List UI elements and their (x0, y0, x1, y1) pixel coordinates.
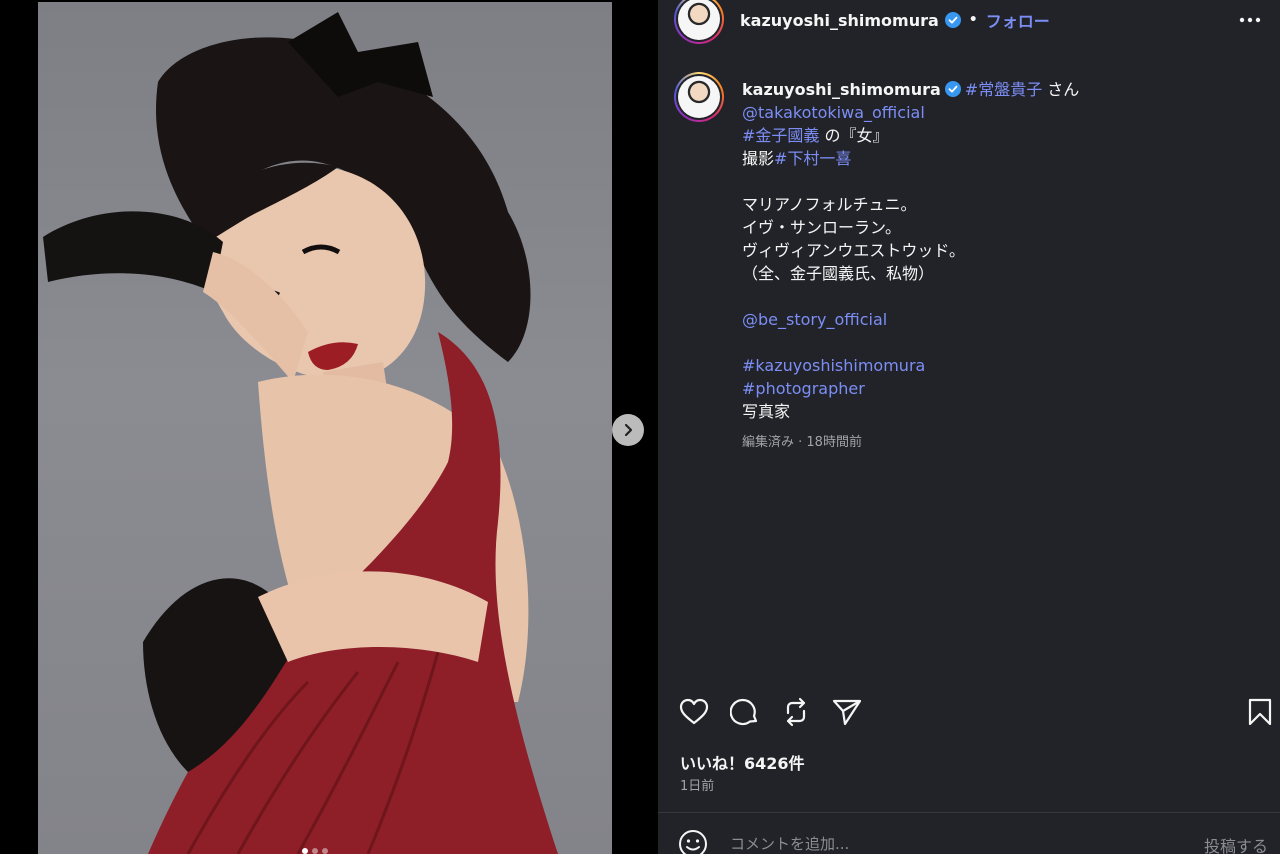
repost-icon (786, 697, 806, 727)
portrait-illustration (43, 12, 558, 854)
caption-fragment: さん (1047, 80, 1080, 99)
post-comment-button[interactable]: 投稿する (1204, 833, 1268, 854)
avatar-image (678, 0, 720, 40)
hashtag-link[interactable]: #金子國義 (742, 126, 819, 145)
comment-composer: 投稿する (658, 813, 1280, 854)
emoji-button[interactable] (678, 829, 708, 854)
carousel-dot (322, 848, 328, 854)
hashtag-link[interactable]: #kazuyoshishimomura (742, 356, 925, 375)
verified-badge-icon (944, 81, 961, 97)
likes-count[interactable]: いいね！6426件 (680, 750, 805, 774)
mention-link[interactable]: @takakotokiwa_official (742, 103, 925, 122)
hashtag-link[interactable]: #下村一喜 (774, 149, 851, 168)
hashtag-link[interactable]: #常盤貴子 (965, 80, 1042, 99)
more-options-button[interactable] (1236, 8, 1264, 32)
post-photo (38, 2, 612, 854)
carousel-dot (302, 848, 308, 854)
author-avatar[interactable] (674, 0, 724, 44)
media-viewer (0, 0, 658, 854)
comment-button[interactable] (729, 696, 761, 728)
post-details-panel: kazuyoshi_shimomura • フォロー kazuyoshi_shi… (658, 0, 1280, 854)
caption-line: 写真家 (742, 402, 791, 421)
verified-badge-icon (944, 12, 961, 28)
send-icon (832, 699, 862, 726)
caption-text: kazuyoshi_shimomura #常盤貴子 さん @takakotokiw… (742, 78, 1262, 454)
caption-line: kazuyoshi_shimomura #常盤貴子 さん (742, 78, 1262, 101)
like-button[interactable] (678, 696, 710, 728)
caption-line: #金子國義 の『女』 (742, 124, 1262, 147)
caption-line: #photographer (742, 377, 1262, 400)
hashtag-link[interactable]: #photographer (742, 379, 865, 398)
mention-link[interactable]: @be_story_official (742, 310, 887, 329)
comment-icon (730, 698, 758, 726)
follow-button[interactable]: フォロー (986, 8, 1050, 32)
carousel-indicator (302, 848, 328, 854)
header-user-row: kazuyoshi_shimomura • フォロー (740, 8, 1050, 32)
caption-line: @be_story_official (742, 308, 1262, 331)
caption-line: ヴィヴィアンウエストウッド。 (742, 241, 966, 260)
action-bar (658, 692, 1280, 732)
post-timestamp[interactable]: 1日前 (680, 775, 714, 794)
next-image-button[interactable] (612, 414, 644, 446)
more-horizontal-icon (1239, 17, 1261, 23)
chevron-right-icon (624, 423, 633, 437)
caption-line: （全、金子國義氏、私物） (742, 264, 935, 283)
caption-meta: 編集済み · 18時間前 (742, 435, 862, 450)
share-button[interactable] (831, 696, 863, 728)
separator-dot: • (968, 12, 978, 28)
comment-input[interactable] (730, 831, 1170, 854)
repost-button[interactable] (780, 696, 812, 728)
heart-icon (679, 698, 709, 725)
caption-line: マリアノフォルチュニ。 (742, 195, 917, 214)
emoji-icon (679, 830, 707, 854)
carousel-dot (312, 848, 318, 854)
caption-username[interactable]: kazuyoshi_shimomura (742, 80, 941, 99)
caption-line: #kazuyoshishimomura (742, 354, 1262, 377)
bookmark-icon (1248, 698, 1272, 726)
avatar-image (678, 76, 720, 118)
post-header: kazuyoshi_shimomura • フォロー (658, 0, 1280, 56)
caption-avatar[interactable] (674, 72, 724, 122)
caption-line: 撮影#下村一喜 (742, 147, 1262, 170)
author-username[interactable]: kazuyoshi_shimomura (740, 11, 939, 30)
caption-line: @takakotokiwa_official (742, 101, 1262, 124)
caption-fragment: の『女』 (824, 126, 889, 145)
caption-line: イヴ・サンローラン。 (742, 218, 902, 237)
save-button[interactable] (1244, 696, 1276, 728)
caption-fragment: 撮影 (742, 149, 775, 168)
